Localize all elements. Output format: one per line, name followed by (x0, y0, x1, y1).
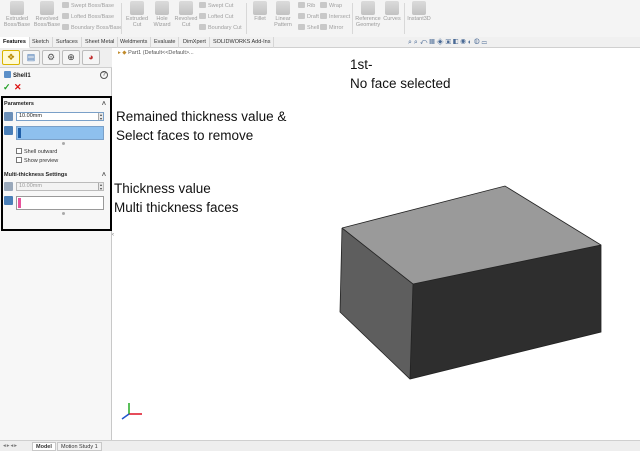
boundary-boss-button[interactable]: Boundary Boss/Base (62, 24, 122, 32)
fillet-icon (253, 1, 267, 15)
linear-pattern-icon (276, 1, 290, 15)
lofted-cut-button[interactable]: Lofted Cut (199, 13, 233, 21)
configuration-icon: ⚙ (46, 52, 56, 62)
view-orientation-icon[interactable]: ▣ (446, 39, 453, 46)
curves-icon (385, 1, 399, 15)
intersect-icon (320, 13, 327, 19)
tab-dimxpert[interactable]: DimXpert (180, 37, 210, 48)
instant3d-icon (412, 1, 426, 15)
tab-weldments[interactable]: Weldments (117, 37, 152, 48)
curves-button[interactable]: Curves (382, 1, 402, 22)
rib-button[interactable]: Rib (298, 2, 315, 10)
bottom-tabs: ◂▸◂▸ Model Motion Study 1 (0, 440, 640, 451)
extruded-cut-button[interactable]: Extruded Cut (124, 1, 150, 28)
configuration-manager-tab[interactable]: ⚙ (42, 50, 60, 65)
cancel-button[interactable]: ✕ (14, 82, 22, 93)
tab-model[interactable]: Model (32, 442, 56, 451)
feature-manager-tab[interactable]: ❖ (2, 50, 20, 65)
swept-cut-button[interactable]: Swept Cut (199, 2, 233, 10)
tab-sketch[interactable]: Sketch (29, 37, 53, 48)
feature-tree-icon: ❖ (6, 52, 16, 62)
highlight-box (1, 96, 112, 231)
tab-scroll-arrows-icon[interactable]: ◂▸◂▸ (3, 443, 18, 449)
property-manager-tab[interactable]: ▤ (22, 50, 40, 65)
dimxpert-icon: ⊕ (67, 52, 75, 62)
display-manager-tab[interactable]: ◕ (82, 50, 100, 65)
toolbar-separator (121, 3, 122, 34)
feature-title: Shell1 (4, 71, 31, 79)
shell-icon (298, 24, 305, 30)
part-icon: ▸ ◆ (118, 50, 127, 56)
wrap-icon (320, 2, 327, 8)
command-manager-tabs: Features Sketch Surfaces Sheet Metal Wel… (0, 37, 640, 48)
boundary-cut-icon (199, 24, 206, 30)
intersect-button[interactable]: Intersect (320, 13, 350, 21)
boundary-boss-icon (62, 24, 69, 30)
rib-icon (298, 2, 305, 8)
ok-button[interactable]: ✓ (3, 82, 11, 93)
section-view-icon[interactable]: ▦ (429, 39, 436, 46)
breadcrumb[interactable]: ▸ ◆ Part1 (Default<<Default>... (118, 50, 194, 56)
toolbar-separator (246, 3, 247, 34)
lofted-cut-icon (199, 13, 206, 19)
help-icon[interactable]: ? (100, 71, 108, 79)
apply-scene-icon[interactable]: ◍ (474, 39, 482, 46)
draft-button[interactable]: Draft (298, 13, 319, 21)
property-manager-icon: ▤ (26, 52, 36, 62)
instant3d-button[interactable]: Instant3D (406, 1, 432, 22)
view-settings-icon[interactable]: ▭ (482, 39, 489, 46)
annotation-first-step: 1st- No face selected (350, 57, 451, 91)
hole-wizard-button[interactable]: Hole Wizard (150, 1, 174, 28)
revolved-cut-button[interactable]: Revolved Cut (174, 1, 198, 28)
hide-show-items-icon[interactable]: ◉ (460, 39, 468, 46)
dynamic-annotation-icon[interactable]: ◈ (437, 39, 446, 46)
command-manager: Extruded Boss/Base Revolved Boss/Base Sw… (0, 0, 640, 37)
display-manager-icon: ◕ (88, 52, 94, 62)
boundary-cut-button[interactable]: Boundary Cut (199, 24, 242, 32)
lofted-boss-icon (62, 13, 69, 19)
extruded-boss-button[interactable]: Extruded Boss/Base (2, 1, 32, 28)
toolbar-separator (404, 3, 405, 34)
swept-boss-button[interactable]: Swept Boss/Base (62, 2, 114, 10)
swept-boss-icon (62, 2, 69, 8)
extruded-cut-icon (130, 1, 144, 15)
tab-features[interactable]: Features (0, 37, 30, 48)
view-triad (121, 403, 142, 420)
fillet-button[interactable]: Fillet (249, 1, 271, 22)
tab-solidworks-add-ins[interactable]: SOLIDWORKS Add-Ins (210, 37, 275, 48)
swept-cut-icon (199, 2, 206, 8)
annotation-multi-thickness: Thickness value Multi thickness faces (114, 181, 239, 215)
previous-view-icon[interactable]: ↶ (420, 39, 429, 46)
wrap-button[interactable]: Wrap (320, 2, 342, 10)
tab-evaluate[interactable]: Evaluate (151, 37, 180, 48)
manager-tabs: ❖ ▤ ⚙ ⊕ ◕ (0, 48, 112, 68)
annotation-parameters: Remained thickness value & Select faces … (116, 109, 287, 143)
hole-wizard-icon (155, 1, 169, 15)
mirror-icon (320, 24, 327, 30)
toolbar-separator (352, 3, 353, 34)
shell-feature-icon (4, 71, 11, 78)
reference-geometry-button[interactable]: Reference Geometry (354, 1, 382, 28)
shell-button[interactable]: Shell (298, 24, 319, 32)
revolved-boss-icon (40, 1, 54, 15)
reference-geometry-icon (361, 1, 375, 15)
mirror-button[interactable]: Mirror (320, 24, 343, 32)
panel-collapse-icon[interactable]: ‹ (112, 232, 116, 239)
tab-sheet-metal[interactable]: Sheet Metal (82, 37, 119, 48)
revolved-boss-button[interactable]: Revolved Boss/Base (32, 1, 62, 28)
tab-motion-study-1[interactable]: Motion Study 1 (57, 442, 102, 451)
linear-pattern-button[interactable]: Linear Pattern (271, 1, 295, 28)
dimxpert-manager-tab[interactable]: ⊕ (62, 50, 80, 65)
extruded-boss-icon (10, 1, 24, 15)
z-axis (121, 413, 130, 420)
revolved-cut-icon (179, 1, 193, 15)
draft-icon (298, 13, 305, 19)
solidworks-window: Extruded Boss/Base Revolved Boss/Base Sw… (0, 0, 640, 451)
lofted-boss-button[interactable]: Lofted Boss/Base (62, 13, 114, 21)
tab-surfaces[interactable]: Surfaces (53, 37, 82, 48)
